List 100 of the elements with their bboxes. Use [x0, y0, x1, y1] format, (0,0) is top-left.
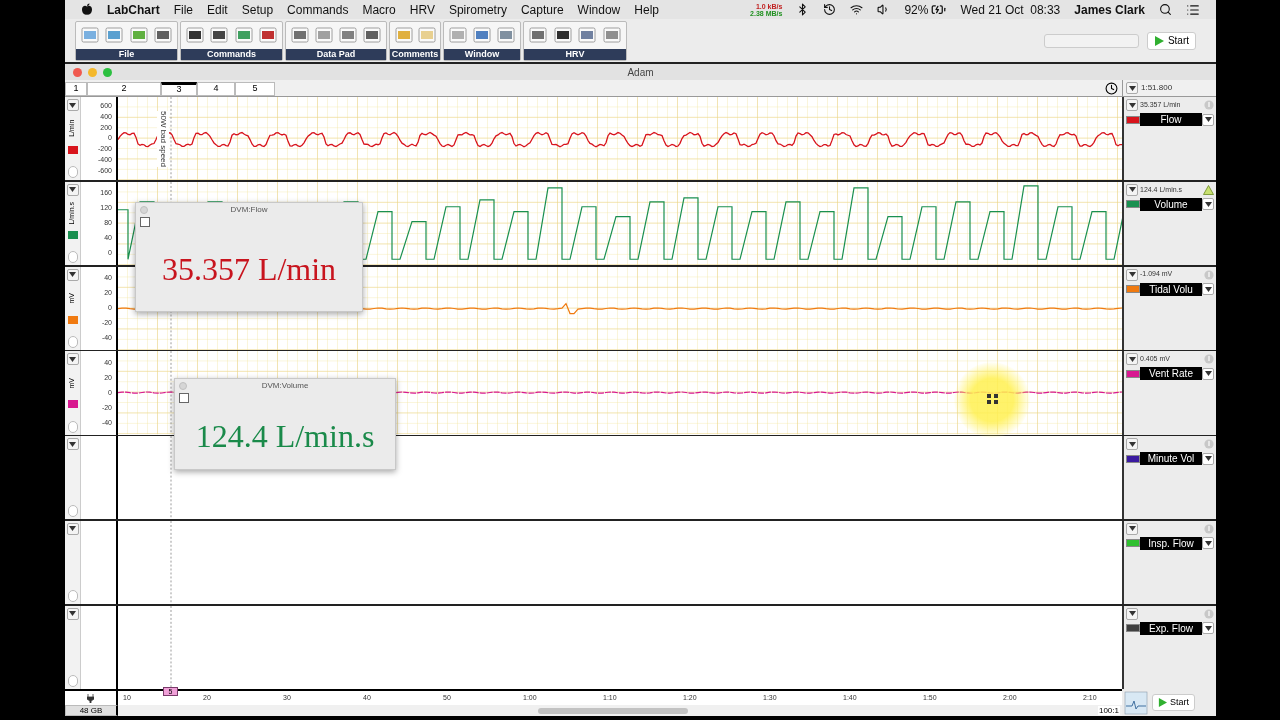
- toolbar-group-label: Commands: [181, 48, 282, 60]
- waveform-thumbnail-icon[interactable]: [1124, 690, 1148, 715]
- toolbar-group-label: Window: [444, 48, 520, 60]
- scrollbar-thumb[interactable]: [538, 707, 688, 714]
- start-button[interactable]: Start: [1146, 31, 1196, 50]
- channel-options-button[interactable]: [1126, 183, 1138, 196]
- app-menu[interactable]: LabChart: [107, 0, 160, 19]
- channel-name[interactable]: Exp. Flow: [1140, 621, 1202, 635]
- page-tab[interactable]: 2: [87, 82, 161, 96]
- channel-name-menu[interactable]: [1202, 198, 1214, 211]
- clock-icon[interactable]: [1105, 82, 1118, 95]
- menu-item[interactable]: Window: [577, 0, 621, 19]
- caret-icon: [69, 356, 76, 362]
- channel-menu-button[interactable]: [66, 438, 79, 451]
- channel-name[interactable]: Flow: [1140, 113, 1202, 126]
- channel-color-swatch[interactable]: [1126, 285, 1140, 294]
- time-menu-button[interactable]: [1126, 82, 1138, 94]
- cursor-time: 1:51.800: [1141, 82, 1173, 94]
- channel-color-swatch[interactable]: [1126, 454, 1140, 463]
- page-tab[interactable]: 3: [161, 82, 197, 96]
- caret-icon: [1204, 371, 1212, 377]
- toolbar-icon[interactable]: [257, 25, 278, 45]
- play-icon: [1153, 35, 1164, 46]
- menu-item[interactable]: Spirometry: [448, 0, 507, 19]
- menu-item[interactable]: Commands: [287, 0, 349, 19]
- apple-icon[interactable]: [81, 3, 93, 16]
- channel-menu-button[interactable]: [66, 523, 79, 535]
- caret-icon: [69, 187, 76, 193]
- channel-menu-button[interactable]: [66, 99, 79, 111]
- toolbar-icon[interactable]: [362, 25, 382, 45]
- caret-icon: [69, 102, 76, 108]
- menu-item[interactable]: Capture: [520, 0, 564, 19]
- caret-icon: [1128, 272, 1136, 278]
- caret-icon: [1128, 611, 1136, 617]
- menu-list-icon[interactable]: [1186, 2, 1200, 17]
- channel-menu-button[interactable]: [66, 353, 79, 366]
- channel-name[interactable]: Volume: [1140, 197, 1202, 211]
- channel-name[interactable]: Minute Vol: [1140, 452, 1202, 466]
- wifi-icon[interactable]: [850, 3, 864, 16]
- channel-name-menu[interactable]: [1202, 537, 1214, 550]
- channel-name[interactable]: Insp. Flow: [1140, 537, 1202, 550]
- menu-item[interactable]: Help: [634, 0, 659, 19]
- channel-name-menu[interactable]: [1202, 452, 1214, 465]
- caret-icon: [69, 526, 76, 532]
- channel-menu-button[interactable]: [66, 183, 79, 196]
- channel-options-button[interactable]: [1126, 268, 1138, 281]
- channel-menu-button[interactable]: [66, 268, 79, 281]
- caret-icon: [1128, 356, 1136, 362]
- menu-item[interactable]: Setup: [241, 0, 274, 19]
- channel-menu-button[interactable]: [66, 607, 79, 620]
- channel-options-button[interactable]: [1126, 99, 1138, 111]
- caret-icon: [1204, 456, 1212, 462]
- channel-options-button[interactable]: [1126, 353, 1138, 366]
- start-button[interactable]: Start: [1152, 694, 1195, 711]
- toolbar-group-label: Data Pad: [286, 48, 386, 60]
- channel-name-menu[interactable]: [1202, 622, 1214, 635]
- page-tab[interactable]: 4: [197, 82, 235, 96]
- window-title: Adam: [627, 65, 654, 80]
- channel-name-menu[interactable]: [1202, 283, 1214, 296]
- toolbar-icon[interactable]: [552, 25, 573, 45]
- dvm-settings-icon[interactable]: [179, 393, 189, 403]
- page-tab[interactable]: 5: [235, 82, 275, 96]
- menu-item[interactable]: HRV: [409, 0, 435, 19]
- menu-item[interactable]: Macro: [362, 0, 396, 19]
- caret-icon: [1204, 286, 1212, 292]
- channel-options-button[interactable]: [1126, 438, 1138, 451]
- channel-name-menu[interactable]: [1202, 367, 1214, 380]
- time-machine-icon[interactable]: [823, 3, 837, 16]
- channel-color-swatch[interactable]: [1126, 624, 1140, 633]
- dvm-title: DVM:Flow: [230, 204, 268, 216]
- caret-icon: [1128, 526, 1136, 532]
- menu-item[interactable]: File: [173, 0, 193, 19]
- channel-options-button[interactable]: [1126, 607, 1138, 620]
- caret-icon: [1204, 117, 1212, 122]
- channel-options-button[interactable]: [1126, 523, 1138, 535]
- channel-name[interactable]: Tidal Volu: [1140, 282, 1202, 296]
- channel-color-swatch[interactable]: [1126, 369, 1140, 378]
- toolbar-icon[interactable]: [185, 25, 206, 45]
- caret-icon: [69, 272, 76, 278]
- channel-name-menu[interactable]: [1202, 113, 1214, 126]
- plug-icon[interactable]: [87, 693, 94, 703]
- disk-space: 48 GB: [65, 705, 118, 716]
- caret-icon: [69, 441, 76, 447]
- search-icon[interactable]: [1159, 3, 1172, 16]
- page-tab[interactable]: 1: [65, 82, 87, 96]
- user-name[interactable]: James Clark: [1074, 0, 1145, 19]
- menu-clock[interactable]: Wed 21 Oct 08:33: [960, 0, 1061, 19]
- close-button[interactable]: [73, 67, 82, 77]
- caret-icon: [1204, 201, 1212, 207]
- channel-name[interactable]: Vent Rate: [1140, 367, 1202, 381]
- caret-icon: [1128, 85, 1136, 91]
- menu-item[interactable]: Edit: [207, 0, 228, 19]
- channel-color-swatch[interactable]: [1126, 200, 1140, 209]
- zoom-ratio[interactable]: 100:1: [1097, 706, 1120, 715]
- toolbar-icon[interactable]: [152, 25, 173, 45]
- battery-icon[interactable]: [931, 2, 947, 17]
- dvm-value: 124.4 L/min.s: [195, 417, 375, 456]
- toolbar-group-label: Comments: [390, 48, 440, 60]
- toolbar-icon[interactable]: [209, 25, 230, 45]
- dvm-settings-icon[interactable]: [140, 217, 150, 227]
